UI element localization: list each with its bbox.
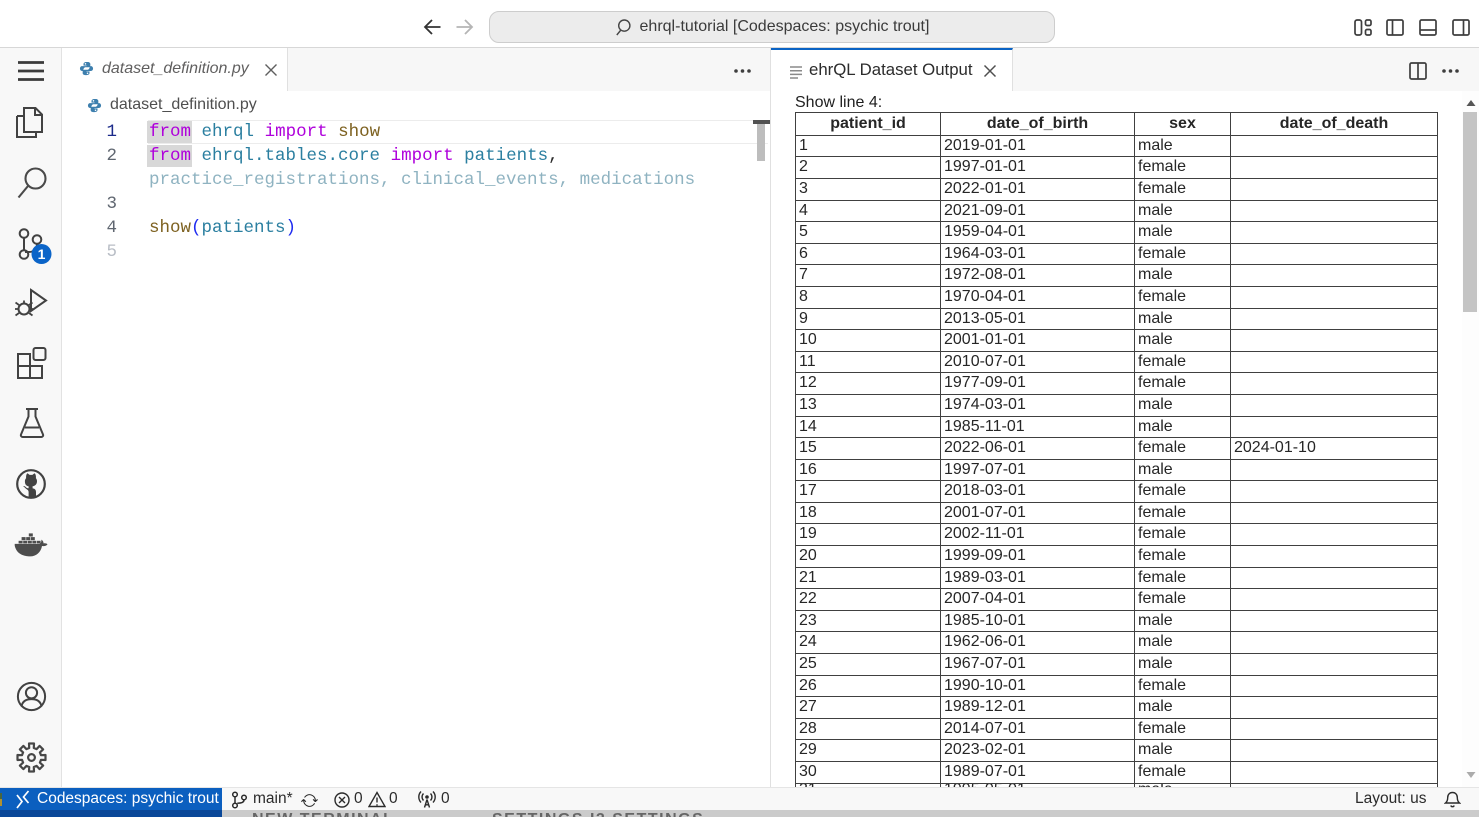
- svg-text:1: 1: [38, 246, 46, 262]
